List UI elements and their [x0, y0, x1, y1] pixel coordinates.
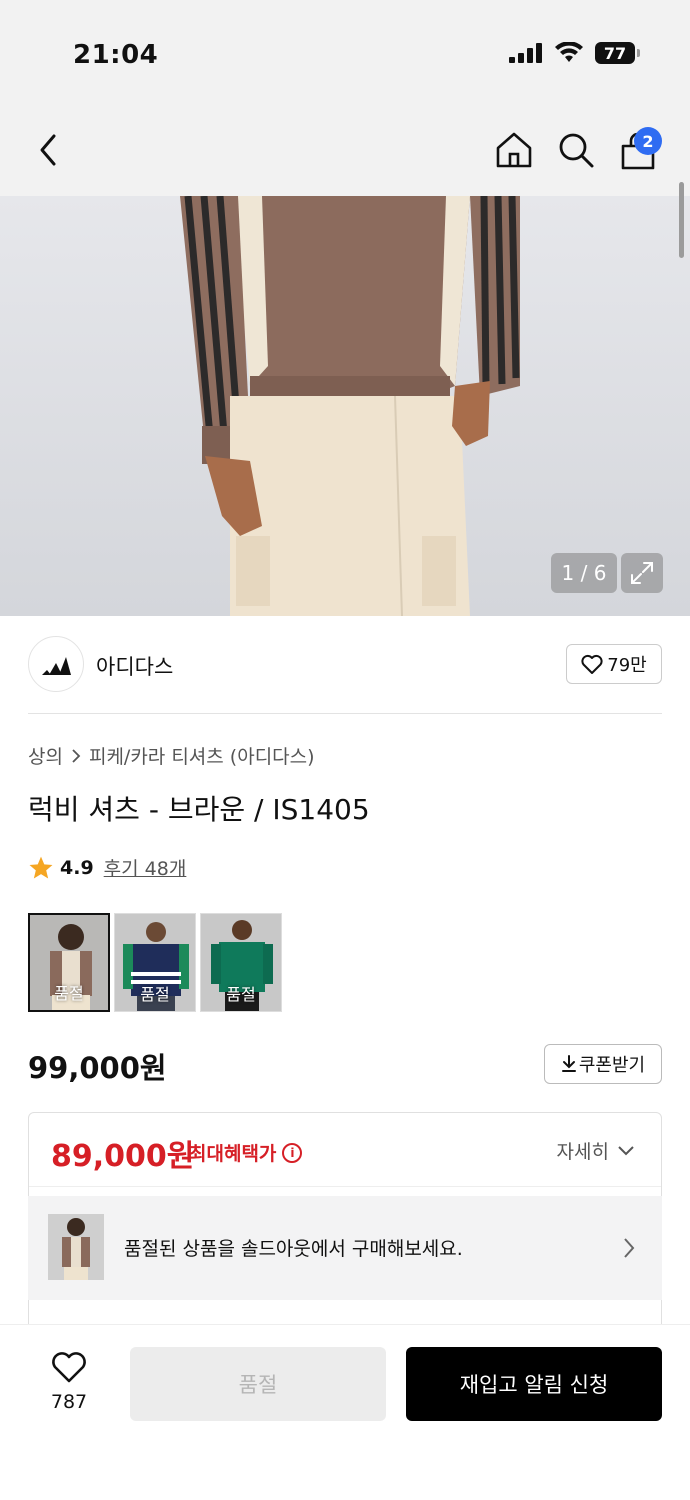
rating: 4.9 후기 48개	[28, 854, 186, 881]
benefit-price: 89,000원	[51, 1139, 195, 1174]
benefit-header[interactable]: 89,000원 최대혜택가 i 자세히	[29, 1113, 661, 1187]
nav-bar	[0, 100, 690, 196]
chevron-right-icon	[624, 1238, 635, 1258]
brand-row[interactable]: 아디다스 79만	[28, 616, 662, 714]
cart-badge: 2	[634, 127, 662, 155]
thumb-soldout-label: 품절	[54, 984, 84, 1003]
product-title: 럭비 셔츠 - 브라운 / IS1405	[28, 793, 370, 826]
brand-like-button[interactable]: 79만	[566, 644, 662, 684]
review-link[interactable]: 후기 48개	[104, 854, 187, 881]
color-option-navy[interactable]: 품절	[114, 913, 196, 1012]
soldout-thumb	[48, 1214, 104, 1280]
brand-like-count: 79만	[607, 655, 647, 676]
benefit-label-text: 최대혜택가	[189, 1143, 277, 1165]
heart-icon	[52, 1352, 86, 1383]
wifi-icon	[555, 42, 583, 62]
chevron-right-icon	[72, 748, 81, 763]
soldout-banner-text: 품절된 상품을 솔드아웃에서 구매해보세요.	[124, 1238, 463, 1260]
info-icon[interactable]: i	[282, 1142, 303, 1163]
breadcrumb-subcategory[interactable]: 피케/카라 티셔츠 (아디다스)	[89, 742, 315, 769]
color-option-green[interactable]: 품절	[200, 913, 282, 1012]
status-bar: 21:04 77	[0, 0, 690, 100]
download-icon	[561, 1055, 576, 1072]
wishlist-button[interactable]: 787	[44, 1351, 94, 1413]
status-time: 21:04	[73, 40, 159, 70]
image-counter: 1 / 6	[551, 553, 617, 593]
restock-alert-button[interactable]: 재입고 알림 신청	[406, 1347, 662, 1421]
breadcrumb: 상의 피케/카라 티셔츠 (아디다스)	[28, 742, 315, 769]
signal-icon	[509, 43, 542, 63]
bottom-action-bar: 787 품절 재입고 알림 신청	[0, 1324, 690, 1500]
thumb-soldout-label: 품절	[140, 985, 170, 1004]
heart-icon	[581, 654, 603, 674]
wishlist-count: 787	[50, 1391, 88, 1413]
battery-icon: 77	[595, 42, 640, 64]
color-option-brown[interactable]: 품절	[28, 913, 110, 1012]
status-icons: 77	[509, 42, 640, 64]
soldout-thumb-photo	[48, 1214, 104, 1280]
star-icon	[29, 856, 53, 879]
soldout-banner[interactable]: 품절된 상품을 솔드아웃에서 구매해보세요.	[28, 1196, 662, 1300]
search-icon[interactable]	[557, 131, 595, 169]
coupon-button[interactable]: 쿠폰받기	[544, 1044, 662, 1084]
breadcrumb-category[interactable]: 상의	[28, 742, 63, 769]
color-options: 품절 품절 품절	[28, 913, 282, 1012]
brand-logo[interactable]	[28, 636, 84, 692]
rating-score: 4.9	[60, 856, 94, 879]
home-icon[interactable]	[494, 130, 534, 170]
product-price: 99,000원	[28, 1051, 167, 1085]
soldout-button[interactable]: 품절	[130, 1347, 386, 1421]
benefit-detail-label: 자세히	[556, 1141, 609, 1163]
chevron-down-icon	[618, 1145, 634, 1155]
expand-icon	[631, 562, 653, 584]
thumb-soldout-label: 품절	[226, 985, 256, 1004]
adidas-logo-icon	[42, 657, 71, 675]
back-icon[interactable]	[30, 132, 66, 168]
expand-button[interactable]	[621, 553, 663, 593]
battery-level: 77	[595, 42, 635, 64]
benefit-label: 최대혜택가 i	[189, 1139, 303, 1166]
coupon-label: 쿠폰받기	[578, 1055, 646, 1076]
scroll-indicator[interactable]	[679, 182, 684, 258]
benefit-detail-toggle[interactable]: 자세히	[557, 1137, 635, 1164]
brand-name[interactable]: 아디다스	[96, 651, 173, 681]
